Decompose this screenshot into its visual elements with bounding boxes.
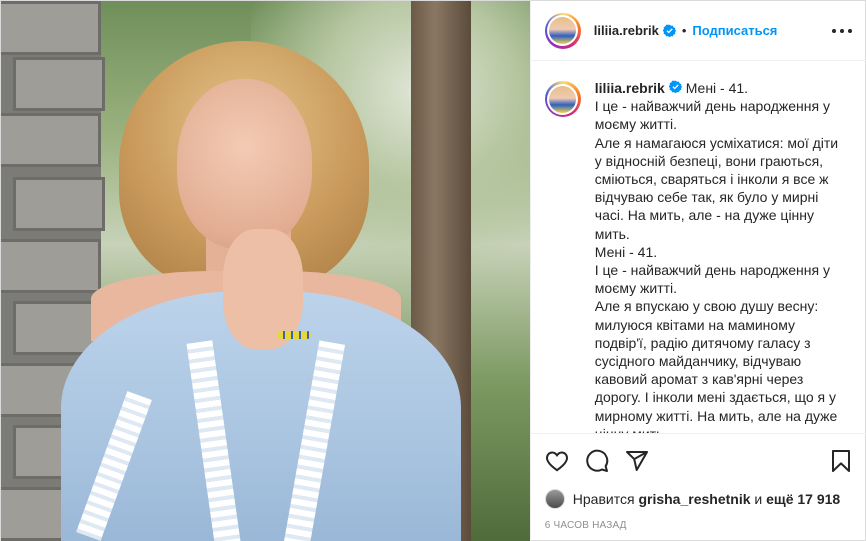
brick — [1, 1, 101, 55]
caption-area[interactable]: liliia.rebrik Мені - 41. І це - найважчи… — [531, 61, 866, 433]
brick — [1, 239, 101, 293]
share-icon[interactable] — [625, 449, 649, 473]
comment-icon[interactable] — [585, 449, 609, 473]
caption-line: Мені - 41. — [685, 80, 749, 96]
post-header: liliia.rebrik • Подписаться — [530, 1, 866, 61]
likes-prefix: Нравится — [572, 491, 635, 507]
avatar-image — [549, 17, 577, 44]
follow-button[interactable]: Подписаться — [692, 23, 777, 38]
verified-badge-icon — [668, 80, 682, 93]
liker-avatar[interactable] — [544, 489, 565, 509]
post-sidebar: liliia.rebrik • Подписаться liliia.rebri… — [529, 1, 866, 541]
liker-username-link[interactable]: grisha_reshetnik — [638, 491, 750, 507]
post-timestamp[interactable]: 6 часов назад — [545, 520, 627, 531]
avatar-image — [549, 85, 577, 113]
caption-line: Але я впускаю у свою душу весну: милуюся… — [594, 298, 838, 433]
more-horizontal-icon[interactable] — [831, 20, 853, 42]
caption-row: liliia.rebrik Мені - 41. І це - найважчи… — [544, 79, 853, 433]
likes-count-link[interactable]: ещё 17 918 — [766, 491, 840, 507]
brick — [1, 113, 101, 167]
separator-dot: • — [681, 23, 687, 38]
caption-line: Але я намагаюся усміхатися: мої діти у в… — [594, 134, 839, 242]
username-link[interactable]: liliia.rebrik — [594, 23, 659, 38]
post-photo[interactable] — [1, 1, 530, 541]
likes-row: Нравится grisha_reshetnik и ещё 17 918 — [544, 487, 840, 511]
bracelet — [277, 331, 311, 339]
instagram-post: liliia.rebrik • Подписаться liliia.rebri… — [0, 0, 866, 541]
verified-badge-icon — [662, 24, 676, 37]
caption-line: Мені - 41. — [594, 243, 658, 260]
avatar[interactable] — [544, 12, 581, 49]
bookmark-icon[interactable] — [829, 449, 853, 473]
likes-joiner: и — [754, 491, 763, 507]
heart-icon[interactable] — [545, 449, 569, 473]
caption-username-link[interactable]: liliia.rebrik — [595, 80, 665, 96]
face — [177, 79, 312, 249]
caption-line: І це - найважчий день народження у моєму… — [594, 98, 830, 133]
caption-avatar[interactable] — [544, 81, 581, 117]
action-bar — [530, 433, 866, 487]
caption-text: liliia.rebrik Мені - 41. І це - найважчи… — [595, 79, 849, 433]
caption-first-line: liliia.rebrik Мені - 41. — [595, 80, 748, 96]
brick — [13, 177, 105, 231]
brick — [13, 57, 105, 111]
caption-line: І це - найважчий день народження у моєму… — [594, 262, 830, 297]
